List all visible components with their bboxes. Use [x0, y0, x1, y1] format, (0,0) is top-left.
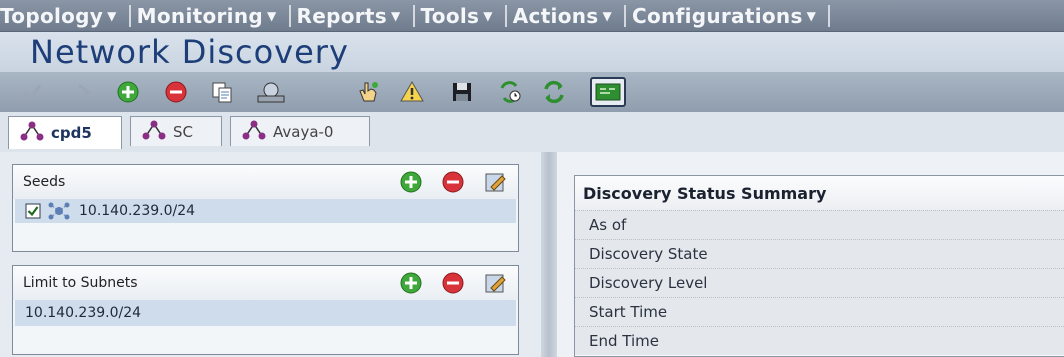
add-icon[interactable]	[114, 78, 142, 106]
tab-cpd5[interactable]: cpd5	[8, 116, 122, 149]
remove-icon[interactable]	[440, 270, 466, 296]
chevron-down-icon: ▼	[390, 8, 401, 23]
page-title: Network Discovery	[30, 33, 349, 71]
menu-label: Tools	[420, 3, 480, 28]
summary-label: End Time	[589, 332, 659, 350]
seed-value: 10.140.239.0/24	[79, 203, 196, 219]
warning-icon[interactable]	[398, 78, 426, 106]
menu-separator	[128, 4, 131, 27]
menu-reports[interactable]: Reports ▼	[297, 4, 411, 28]
subnets-panel: Limit to Subnets 10.140.239.0/24	[12, 265, 519, 355]
menu-tools[interactable]: Tools ▼	[421, 4, 503, 28]
menu-separator	[288, 4, 291, 27]
hand-pointer-icon[interactable]	[354, 78, 382, 106]
summary-label: Discovery State	[589, 245, 708, 263]
discovery-status-summary: Discovery Status Summary As of Discovery…	[574, 175, 1064, 357]
tab-strip: cpd5 SC Avaya-0	[0, 112, 1064, 154]
menu-label: Configurations	[632, 3, 803, 28]
pane-splitter[interactable]	[541, 152, 557, 357]
summary-label: As of	[589, 216, 627, 234]
edit-icon[interactable]	[482, 169, 508, 195]
chevron-down-icon: ▼	[806, 8, 817, 23]
menu-monitoring[interactable]: Monitoring ▼	[137, 4, 287, 28]
refresh-clock-icon[interactable]	[496, 78, 524, 106]
summary-row-start-time: Start Time	[575, 297, 1064, 326]
tab-avaya-0[interactable]: Avaya-0	[230, 116, 370, 146]
toolbar	[0, 72, 1064, 112]
menu-separator	[624, 4, 627, 27]
menu-configurations[interactable]: Configurations ▼	[632, 4, 826, 28]
forward-icon[interactable]	[70, 78, 98, 106]
subnet-row[interactable]: 10.140.239.0/24	[15, 300, 516, 326]
seeds-title: Seeds	[23, 174, 66, 190]
tab-label: Avaya-0	[273, 122, 334, 141]
subnets-title: Limit to Subnets	[23, 275, 138, 291]
summary-row-end-time: End Time	[575, 326, 1064, 355]
topology-icon	[19, 121, 45, 145]
subnets-header: Limit to Subnets	[13, 266, 518, 300]
tab-label: cpd5	[51, 124, 92, 142]
console-icon[interactable]	[590, 77, 626, 107]
chevron-down-icon: ▼	[107, 8, 117, 23]
scanner-icon[interactable]	[254, 78, 288, 106]
chevron-down-icon: ▼	[483, 8, 493, 23]
remove-icon[interactable]	[440, 169, 466, 195]
tab-label: SC	[173, 122, 193, 141]
menu-topology[interactable]: Topology ▼	[0, 4, 127, 28]
menu-separator	[504, 4, 507, 27]
checkbox-checked-icon[interactable]	[25, 203, 41, 219]
network-icon	[47, 201, 71, 221]
add-icon[interactable]	[398, 169, 424, 195]
save-icon[interactable]	[448, 78, 476, 106]
seeds-header: Seeds	[13, 165, 518, 199]
summary-title: Discovery Status Summary	[575, 176, 1064, 210]
chevron-down-icon: ▼	[602, 8, 613, 23]
left-pane: Seeds 10.140.239.0/24 Limit to Subnets 1…	[0, 152, 548, 357]
seeds-panel: Seeds 10.140.239.0/24	[12, 164, 519, 252]
topology-icon	[241, 120, 267, 144]
seeds-actions	[398, 169, 508, 195]
subnets-actions	[398, 270, 508, 296]
seeds-empty-area	[13, 223, 518, 249]
summary-row-as-of: As of	[575, 210, 1064, 239]
menu-separator	[412, 4, 415, 27]
summary-row-discovery-level: Discovery Level	[575, 268, 1064, 297]
remove-icon[interactable]	[162, 78, 190, 106]
menu-label: Monitoring	[136, 3, 263, 28]
seed-row[interactable]: 10.140.239.0/24	[15, 199, 516, 223]
menu-label: Reports	[296, 3, 387, 28]
summary-label: Discovery Level	[589, 274, 708, 292]
menu-separator	[828, 4, 831, 27]
add-icon[interactable]	[398, 270, 424, 296]
menu-label: Actions	[512, 3, 599, 28]
title-bar: Network Discovery	[0, 32, 1064, 72]
edit-icon[interactable]	[482, 270, 508, 296]
chevron-down-icon: ▼	[266, 8, 277, 23]
check-icon[interactable]	[18, 78, 46, 106]
summary-label: Start Time	[589, 303, 668, 321]
menu-actions[interactable]: Actions ▼	[513, 4, 622, 28]
tab-sc[interactable]: SC	[130, 116, 222, 146]
copy-icon[interactable]	[208, 78, 236, 106]
subnets-empty-area	[13, 326, 518, 352]
refresh-icon[interactable]	[540, 78, 568, 106]
summary-row-discovery-state: Discovery State	[575, 239, 1064, 268]
menu-label: Topology	[0, 3, 104, 28]
topology-icon	[141, 120, 167, 144]
menu-bar: Topology ▼ Monitoring ▼ Reports ▼ Tools ▼ Ac…	[0, 0, 1064, 32]
subnet-value: 10.140.239.0/24	[25, 305, 142, 321]
